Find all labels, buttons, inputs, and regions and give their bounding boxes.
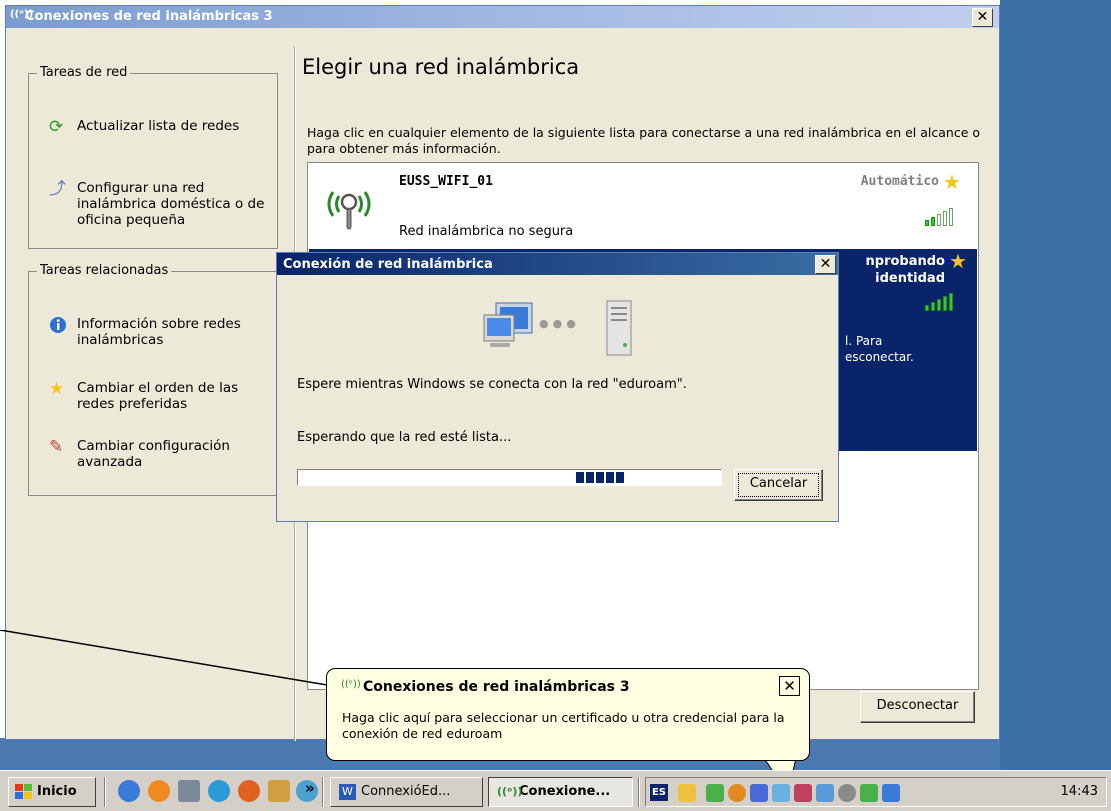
dialog-close-button[interactable]: ✕ <box>815 255 836 274</box>
network-tasks-group: Tareas de red ⟳ Actualizar lista de rede… <box>28 65 278 249</box>
taskbar-button-label: ConnexióEd... <box>361 784 451 799</box>
taskbar-button-wireless[interactable]: ((ᵒ)) Conexione... <box>488 777 633 807</box>
setup-wizard-icon: ⤴ <box>49 179 66 199</box>
connection-dialog: Conexión de red inalámbrica ✕ ●●● Espere… <box>276 252 839 522</box>
related-tasks-group: Tareas relacionadas Información sobre re… <box>28 263 278 496</box>
window-close-button[interactable]: ✕ <box>972 8 993 27</box>
disconnect-button[interactable]: Desconectar <box>860 691 975 723</box>
network-status: Red inalámbrica no segura <box>399 224 574 239</box>
tools-icon[interactable] <box>268 780 290 802</box>
firefox-tray-icon[interactable] <box>728 784 746 802</box>
task-label: Cambiar el orden de las redes preferidas <box>77 380 239 412</box>
cancel-button[interactable]: Cancelar <box>734 469 823 501</box>
clock: 14:43 <box>1060 784 1098 799</box>
dialog-titlebar[interactable]: Conexión de red inalámbrica ✕ <box>277 253 838 275</box>
media-icon[interactable] <box>238 780 260 802</box>
scanner-icon[interactable] <box>178 780 200 802</box>
network-name: EUSS_WIFI_01 <box>399 174 493 189</box>
preferred-star-icon: ★ <box>949 249 967 273</box>
firefox-icon[interactable] <box>148 780 170 802</box>
task-setup-home-network[interactable]: ⤴ Configurar una red inalámbrica domésti… <box>49 180 269 228</box>
task-label: Configurar una red inalámbrica doméstica… <box>77 180 265 228</box>
wireless-antenna-icon <box>327 191 371 230</box>
status-line: identidad <box>875 271 945 286</box>
task-label: Información sobre redes inalámbricas <box>77 316 241 348</box>
message-line: l. Para <box>845 334 883 348</box>
status-line: nprobando <box>865 254 945 269</box>
task-change-preferred-order[interactable]: ★ Cambiar el orden de las redes preferid… <box>49 380 269 412</box>
word-icon: W <box>339 784 356 800</box>
shield-icon[interactable] <box>750 784 768 802</box>
notification-balloon[interactable]: ((ᵒ)) Conexiones de red inalámbricas 3 ✕… <box>326 668 810 761</box>
page-description: Haga clic en cualquier elemento de la si… <box>307 125 981 156</box>
task-label: Actualizar lista de redes <box>77 118 240 134</box>
annotation-arrow <box>0 630 346 689</box>
task-advanced-settings[interactable]: ✎ Cambiar configuración avanzada <box>49 438 269 470</box>
task-label: Cambiar configuración avanzada <box>77 438 230 470</box>
balloon-text[interactable]: Haga clic aquí para seleccionar un certi… <box>342 710 802 742</box>
wrench-icon: ✎ <box>49 437 64 457</box>
message-line: esconectar. <box>845 350 914 364</box>
window-titlebar[interactable]: ((ᵒ)) Conexiones de red inalámbricas 3 ✕ <box>6 6 999 28</box>
network-mode: Automático <box>860 174 939 189</box>
network-message: l. Para esconectar. <box>845 333 965 365</box>
server-icon <box>606 300 632 356</box>
taskbar-button-document[interactable]: W ConnexióEd... <box>330 777 483 807</box>
taskbar: Inicio » W ConnexióEd... ((ᵒ)) Conexione… <box>0 770 1111 811</box>
connecting-dots-icon: ●●● <box>539 317 580 330</box>
language-indicator[interactable]: ES <box>650 784 668 801</box>
network-error-icon[interactable] <box>794 784 812 802</box>
related-tasks-legend: Tareas relacionadas <box>37 263 172 278</box>
taskbar-separator <box>104 777 106 807</box>
signal-strength-icon <box>925 293 953 311</box>
start-label: Inicio <box>37 784 77 799</box>
taskbar-separator <box>322 777 324 807</box>
system-tray: ES 14:43 <box>645 777 1107 807</box>
info-icon <box>49 316 77 348</box>
dialog-title: Conexión de red inalámbrica <box>283 257 493 272</box>
desktop-background <box>1000 0 1111 770</box>
signal-strength-icon <box>925 208 953 226</box>
task-refresh-network-list[interactable]: ⟳ Actualizar lista de redes <box>49 118 269 136</box>
page-title: Elegir una red inalámbrica <box>302 55 580 79</box>
refresh-icon: ⟳ <box>49 117 64 137</box>
settings-icon[interactable] <box>838 784 856 802</box>
display-icon[interactable] <box>882 784 900 802</box>
star-icon: ★ <box>49 379 65 399</box>
connection-icon[interactable] <box>816 784 834 802</box>
wireless-icon: ((ᵒ)) <box>341 679 361 690</box>
task-wireless-info[interactable]: Información sobre redes inalámbricas <box>49 316 269 348</box>
balloon-close-button[interactable]: ✕ <box>779 676 800 696</box>
browser-icon[interactable] <box>118 780 140 802</box>
window-title: Conexiones de red inalámbricas 3 <box>25 9 273 24</box>
internet-explorer-icon[interactable] <box>208 780 230 802</box>
windows-logo-icon <box>15 784 32 799</box>
sync-icon[interactable] <box>772 784 790 802</box>
network-item-euss-wifi[interactable]: EUSS_WIFI_01 Red inalámbrica no segura A… <box>309 164 977 248</box>
signal-tray-icon[interactable] <box>706 784 724 802</box>
network-tasks-legend: Tareas de red <box>37 65 131 80</box>
network-tray-icon[interactable] <box>678 784 696 802</box>
quick-launch-chevron[interactable]: » <box>305 779 315 797</box>
taskbar-separator <box>638 777 640 807</box>
dialog-status: Esperando que la red esté lista... <box>297 430 512 445</box>
wireless-icon: ((ᵒ)) <box>497 785 523 798</box>
start-button[interactable]: Inicio <box>8 777 96 807</box>
progress-blocks <box>576 472 624 483</box>
preferred-star-icon: ★ <box>943 170 961 194</box>
network-connection-status: nprobando identidad <box>845 253 945 287</box>
dialog-message: Espere mientras Windows se conecta con l… <box>297 377 687 392</box>
balloon-title: Conexiones de red inalámbricas 3 <box>363 679 630 695</box>
update-icon[interactable] <box>860 784 878 802</box>
connection-progress-bar <box>297 469 722 486</box>
taskbar-button-label: Conexione... <box>519 784 611 799</box>
computer-icon <box>483 302 533 347</box>
